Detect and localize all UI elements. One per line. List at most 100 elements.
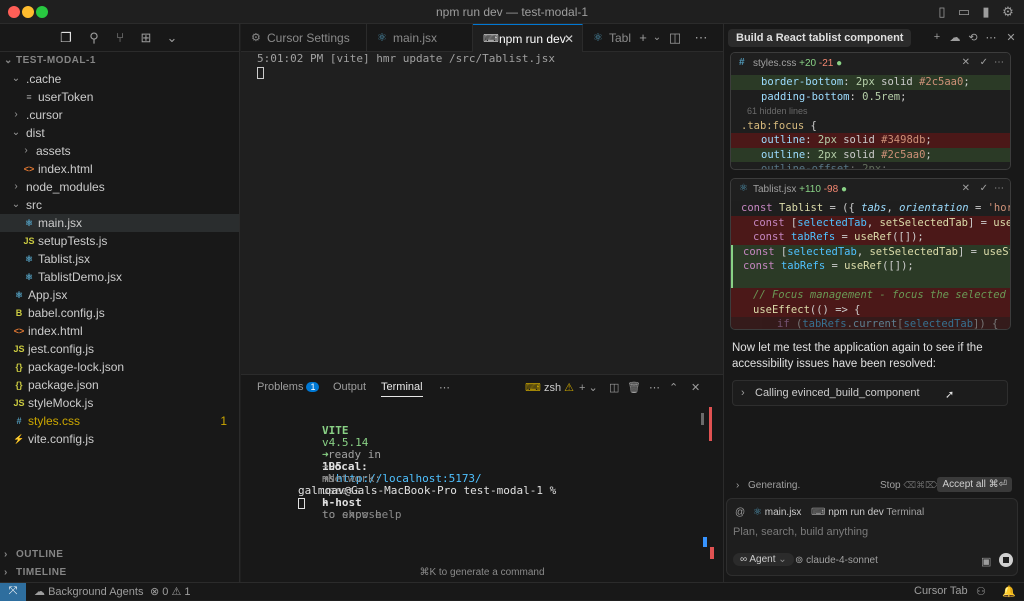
outline-section-header[interactable]: › OUTLINE <box>0 546 239 564</box>
tab-terminal[interactable]: Terminal <box>381 381 423 397</box>
chevron-right-icon: › <box>4 549 8 560</box>
tree-file[interactable]: {} package.json <box>0 376 239 394</box>
tree-file[interactable]: <> index.html <box>0 322 239 340</box>
new-chat-plus-icon[interactable]: + <box>930 31 944 43</box>
stop-generation-button[interactable] <box>999 553 1013 567</box>
tree-folder[interactable]: ⌄ src <box>0 196 239 214</box>
tree-file[interactable]: ≡ userToken <box>0 88 239 106</box>
tree-folder[interactable]: › node_modules <box>0 178 239 196</box>
model-selector[interactable]: ⊚ claude-4-sonnet <box>795 555 878 566</box>
tab-problems[interactable]: Problems 1 <box>257 381 320 393</box>
explorer-files-icon[interactable]: ❐ <box>58 30 74 46</box>
chevron-down-icon: ⌄ <box>11 127 21 138</box>
close-icon[interactable]: ✕ <box>1004 31 1018 44</box>
more-actions-icon[interactable]: ⋯ <box>649 381 660 394</box>
close-icon[interactable]: ✕ <box>564 25 574 53</box>
tree-file[interactable]: JS styleMock.js <box>0 394 239 412</box>
hidden-lines-label[interactable]: 61 hidden lines <box>731 104 1010 119</box>
more-actions-icon[interactable]: ⋯ <box>994 183 1004 194</box>
new-terminal-plus-icon[interactable]: + ⌄ <box>579 381 598 394</box>
tree-file[interactable]: ⚛ TablistDemo.jsx <box>0 268 239 286</box>
accept-check-icon[interactable]: ✓ <box>980 57 988 68</box>
accept-all-button[interactable]: Accept all ⌘⏎ <box>937 477 1012 492</box>
split-terminal-icon[interactable]: ◫ <box>609 381 619 394</box>
diff-card-styles-css[interactable]: # styles.css +20 -21 ● ✕ ✓ ⋯ border-bott… <box>730 52 1011 170</box>
extensions-icon[interactable]: ⊞ <box>138 30 154 46</box>
diff-card-header: # styles.css +20 -21 ● ✕ ✓ ⋯ <box>731 53 1010 75</box>
cursor-tab-status[interactable]: Cursor Tab <box>914 585 968 597</box>
tool-call-row[interactable]: › Calling evinced_build_component ➚ <box>732 380 1008 406</box>
chevron-down-icon[interactable]: ⌄ <box>649 30 665 46</box>
remote-icon[interactable]: ⤧ <box>0 583 26 601</box>
tree-file[interactable]: Bbabel.config.js <box>0 304 239 322</box>
tab-tablist[interactable]: ⚛ Tabl <box>583 24 635 52</box>
more-actions-icon[interactable]: ⋯ <box>984 31 998 44</box>
tab-cursor-settings[interactable]: ⚙ Cursor Settings <box>241 24 367 52</box>
mention-at-icon[interactable]: @ <box>735 507 745 518</box>
shell-prompt: galmoav@Gals-MacBook-Pro test-modal-1 % <box>297 484 557 497</box>
terminal-content[interactable]: VITE v4.5.14 ready in 195 ms ➜ Local: ht… <box>241 403 712 561</box>
chevron-right-icon: › <box>24 145 28 156</box>
stop-button[interactable]: Stop ⌫⌘⌦ <box>880 480 938 491</box>
diff-card-tablist-jsx[interactable]: ⚛ Tablist.jsx +110 -98 ● ✕ ✓ ⋯ const Tab… <box>730 178 1011 330</box>
history-icon[interactable]: ⟲ <box>966 31 980 44</box>
chevron-down-icon[interactable]: ⌄ <box>164 30 180 46</box>
more-actions-icon[interactable]: ⋯ <box>693 30 709 46</box>
tab-output[interactable]: Output <box>333 381 366 393</box>
tree-folder[interactable]: › .cursor <box>0 106 239 124</box>
cloud-icon[interactable]: ☁ <box>948 31 962 44</box>
problems-status-item[interactable]: ⊗ 0 ⚠ 1 <box>150 585 191 598</box>
trash-icon[interactable]: 🗑 <box>627 381 641 394</box>
toggle-sidebar-icon[interactable]: ▯ <box>934 4 950 20</box>
workspace-root-header[interactable]: ⌄ TEST-MODAL-1 <box>0 52 239 70</box>
chat-title[interactable]: Build a React tablist component <box>728 29 912 47</box>
tree-file[interactable]: JS setupTests.js <box>0 232 239 250</box>
more-tabs-icon[interactable]: ⋯ <box>439 381 450 394</box>
tool-call-label: Calling evinced_build_component <box>755 387 920 399</box>
background-agents-item[interactable]: ☁ Background Agents <box>34 585 143 598</box>
search-icon[interactable]: ⚲ <box>86 30 102 46</box>
tree-file[interactable]: <> index.html <box>0 160 239 178</box>
tree-folder[interactable]: ⌄ dist <box>0 124 239 142</box>
agent-mode-selector[interactable]: ∞ Agent ⌄ <box>733 553 794 566</box>
editor-terminal-output[interactable]: 5:01:02 PM [vite] hmr update /src/Tablis… <box>257 52 555 79</box>
settings-gear-icon[interactable]: ⚙ <box>1000 4 1016 20</box>
context-chip-main-jsx[interactable]: ⚛ main.jsx <box>753 507 801 518</box>
tab-npm-run-dev[interactable]: ⌨ npm run dev ✕ <box>473 24 583 52</box>
tree-file[interactable]: ⚛ App.jsx <box>0 286 239 304</box>
account-icon[interactable]: ⚇ <box>976 585 986 598</box>
source-control-icon[interactable]: ⑂ <box>112 30 128 46</box>
tree-file[interactable]: {} package-lock.json <box>0 358 239 376</box>
terminal-cursor <box>297 497 305 509</box>
tree-file[interactable]: # styles.css 1 <box>0 412 239 430</box>
tree-item-label: App.jsx <box>28 288 68 302</box>
tree-folder[interactable]: › assets <box>0 142 239 160</box>
timeline-section-header[interactable]: › TIMELINE <box>0 564 239 582</box>
react-file-icon: ⚛ <box>24 254 34 264</box>
chat-input-placeholder[interactable]: Plan, search, build anything <box>733 526 868 538</box>
shell-label: zsh <box>543 382 562 394</box>
html-file-icon: <> <box>23 164 35 174</box>
tree-file[interactable]: ⚡ vite.config.js <box>0 430 239 448</box>
generation-status-bar: › Generating. Stop ⌫⌘⌦ Accept all ⌘⏎ <box>730 476 1014 496</box>
reject-icon[interactable]: ✕ <box>962 57 970 68</box>
maximize-panel-icon[interactable]: ⌃ <box>669 381 678 394</box>
image-attach-icon[interactable]: ▣ <box>981 555 991 568</box>
tree-item-label: index.html <box>38 162 93 176</box>
tree-file[interactable]: JS jest.config.js <box>0 340 239 358</box>
accept-check-icon[interactable]: ✓ <box>980 183 988 194</box>
more-actions-icon[interactable]: ⋯ <box>994 57 1004 68</box>
tab-main-jsx[interactable]: ⚛ main.jsx <box>367 24 473 52</box>
split-editor-icon[interactable]: ◫ <box>667 30 683 46</box>
chat-input-box[interactable]: @ ⚛ main.jsx ⌨ npm run dev Terminal Plan… <box>726 498 1018 576</box>
tree-folder[interactable]: ⌄ .cache <box>0 70 239 88</box>
close-panel-icon[interactable]: ✕ <box>691 381 700 394</box>
terminal-shell-selector[interactable]: ⌨ zsh ⚠ <box>525 381 574 394</box>
toggle-secondary-sidebar-icon[interactable]: ▮ <box>978 4 994 20</box>
notifications-bell-icon[interactable]: 🔔 <box>1002 585 1016 598</box>
reject-icon[interactable]: ✕ <box>962 183 970 194</box>
toggle-panel-icon[interactable]: ▭ <box>956 4 972 20</box>
tree-file[interactable]: ⚛ Tablist.jsx <box>0 250 239 268</box>
tree-file[interactable]: ⚛ main.jsx <box>0 214 239 232</box>
context-chip-terminal[interactable]: ⌨ npm run dev Terminal <box>811 507 924 518</box>
